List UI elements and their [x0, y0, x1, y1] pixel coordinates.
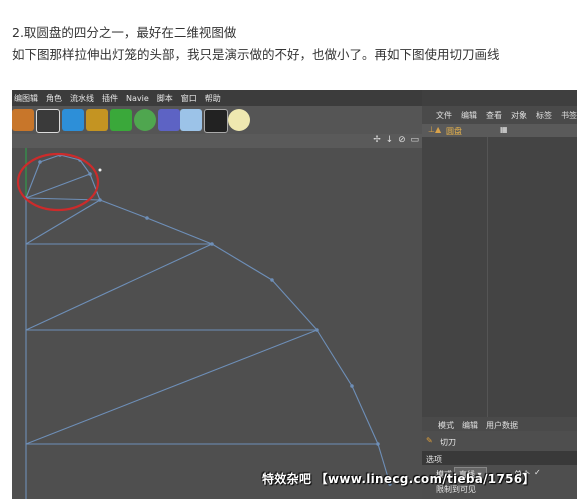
menu-item-navie[interactable]: Navie: [126, 94, 149, 103]
pen-icon[interactable]: [86, 109, 108, 131]
om-menu-bookmarks[interactable]: 书签: [561, 110, 577, 121]
wire-vertex: [350, 384, 354, 388]
wire-edge: [25, 173, 91, 199]
om-menu-file[interactable]: 文件: [436, 110, 452, 121]
menu-item-pipeline[interactable]: 流水线: [70, 93, 94, 104]
viewport-nav-icons[interactable]: ✢ ↓ ⊘ ▭: [373, 135, 420, 145]
om-menu-object[interactable]: 对象: [511, 110, 527, 121]
single-checkbox[interactable]: ✓: [534, 468, 541, 477]
light-icon[interactable]: [228, 109, 250, 131]
menu-item-help[interactable]: 帮助: [205, 93, 221, 104]
edge-point: [98, 168, 102, 172]
menu-item-script[interactable]: 脚本: [157, 93, 173, 104]
article-line-1: 2.取圆盘的四分之一，最好在二维视图做: [12, 25, 237, 40]
object-manager-menu: 文件 编辑 查看 对象 标签 书签: [436, 110, 577, 121]
menu-item-edit[interactable]: 编图辑: [14, 93, 38, 104]
am-menu-mode[interactable]: 模式: [438, 420, 454, 431]
options-section-row[interactable]: 选项: [422, 451, 577, 465]
wire-edge: [25, 243, 213, 331]
wire-vertex: [98, 198, 102, 202]
menu-item-plugins[interactable]: 插件: [102, 93, 118, 104]
cube-icon[interactable]: [62, 109, 84, 131]
am-menu-userdata[interactable]: 用户数据: [486, 420, 518, 431]
wire-edge: [99, 199, 148, 219]
wire-vertex: [376, 442, 380, 446]
wire-edge: [146, 217, 213, 245]
floor-icon[interactable]: [180, 109, 202, 131]
wire-vertex: [270, 278, 274, 282]
wire-vertex: [145, 216, 149, 220]
main-toolbar: [12, 106, 422, 134]
menu-item-window[interactable]: 窗口: [181, 93, 197, 104]
am-menu-edit[interactable]: 编辑: [462, 420, 478, 431]
wire-edge: [271, 279, 318, 331]
array-icon[interactable]: [134, 109, 156, 131]
highlight-circle: [16, 152, 100, 212]
wire-edge: [25, 161, 41, 199]
om-menu-tags[interactable]: 标签: [536, 110, 552, 121]
render-view-icon[interactable]: [12, 109, 34, 131]
right-panel: 文件 编辑 查看 对象 标签 书签 ⊥▲ 圆盘 ▦ 模式 编辑 用户数据 ✎ 切…: [422, 90, 577, 499]
options-section-label: 选项: [426, 455, 442, 464]
wire-vertex: [38, 160, 42, 164]
article-line-2: 如下图那样拉伸出灯笼的头部，我只是演示做的不好，也做小了。再如下图使用切刀画线: [12, 47, 500, 62]
wire-vertex: [315, 328, 319, 332]
wire-edge: [211, 243, 273, 281]
c4d-screenshot: 编图辑 角色 流水线 插件 Navie 脚本 窗口 帮助 ✢ ↓ ⊘ ▭ 文件 …: [12, 90, 577, 499]
wire-edge: [351, 385, 379, 445]
deformer-icon[interactable]: [158, 109, 180, 131]
checkerboard-tag-icon[interactable]: ▦: [500, 125, 508, 134]
wire-edge: [25, 329, 318, 445]
om-menu-view[interactable]: 查看: [486, 110, 502, 121]
knife-icon: ✎: [426, 436, 433, 445]
article-text: 2.取圆盘的四分之一，最好在二维视图做 如下图那样拉伸出灯笼的头部，我只是演示做…: [12, 22, 500, 66]
attribute-manager-menu: 模式 编辑 用户数据: [438, 420, 518, 431]
object-row[interactable]: ⊥▲ 圆盘 ▦: [422, 124, 577, 137]
wire-edge: [316, 329, 353, 387]
viewport-header: ✢ ↓ ⊘ ▭: [12, 134, 422, 148]
render-settings-icon[interactable]: [36, 109, 60, 133]
menu-item-character[interactable]: 角色: [46, 93, 62, 104]
camera-icon[interactable]: [204, 109, 228, 133]
wire-vertex: [88, 172, 92, 176]
disc-object-icon: ⊥▲: [428, 125, 442, 134]
wireframe-canvas: [16, 148, 392, 499]
object-name[interactable]: 圆盘: [446, 126, 462, 137]
main-menubar: 编图辑 角色 流水线 插件 Navie 脚本 窗口 帮助: [12, 90, 424, 106]
tool-name: 切刀: [440, 438, 456, 447]
object-list[interactable]: [422, 137, 577, 417]
wire-vertex: [210, 242, 214, 246]
subdivision-icon[interactable]: [110, 109, 132, 131]
tool-title-row: ✎ 切刀: [422, 431, 577, 451]
om-menu-edit[interactable]: 编辑: [461, 110, 477, 121]
viewport[interactable]: [12, 148, 422, 499]
watermark-text: 特效杂吧 【www.linecg.com/tieba/1756】: [262, 472, 535, 486]
